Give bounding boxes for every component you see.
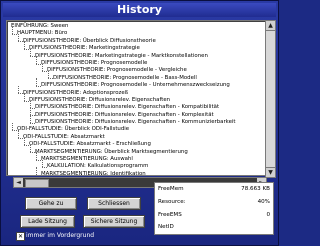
tree-item-label: DIFFUSIONSTHEORIE: Prognosemodelle - Unt…: [41, 82, 230, 89]
tree-connector: [18, 34, 19, 42]
load-session-button[interactable]: Lade Sitzung: [20, 215, 75, 228]
tree-item-label: ODI-FALLSTUDIE: Absatzmarkt - Erschließu…: [29, 141, 151, 148]
tree-item[interactable]: HAUPTMENU: Büro: [10, 26, 262, 37]
info-label: FreeEMS: [158, 212, 182, 218]
tree-item-label: DIFFUSIONSTHEORIE: Diffusionsrelev. Eige…: [35, 111, 214, 118]
tree-item[interactable]: DIFFUSIONSTHEORIE: Marketingstrategie - …: [10, 48, 262, 60]
info-value: 0: [266, 212, 270, 218]
tree-connector: [48, 71, 49, 79]
tree-item[interactable]: DIFFUSIONSTHEORIE: Prognosemodelle - Unt…: [10, 78, 262, 89]
tree-item[interactable]: DIFFUSIONSTHEORIE: Überblick Diffusionst…: [10, 34, 262, 45]
tree-item[interactable]: DIFFUSIONSTHEORIE: Diffusionsrelev. Eige…: [10, 100, 262, 111]
info-label: NetID: [158, 224, 174, 230]
tree-connector: [18, 85, 19, 94]
tree-item-label: MARKTSEGMENTIERUNG: Auswahl: [41, 156, 133, 163]
tree-connector: [42, 63, 43, 72]
tree-item-label: DIFFUSIONSTHEORIE: Prognosemodelle - Ver…: [47, 67, 187, 74]
tree-connector: [36, 152, 37, 160]
scroll-left-icon[interactable]: ◄: [14, 178, 23, 187]
tree-item-label: MARKTSEGMENTIERUNG: Identifikation: [41, 170, 146, 176]
horizontal-scroll-thumb[interactable]: [25, 179, 49, 188]
tree-connector: [18, 130, 19, 138]
tree-connector: [42, 159, 43, 168]
history-tree-panel[interactable]: EINFÜHRUNG: Sween HAUPTMENU: Büro DIFFUSIO…: [6, 20, 266, 176]
tree-item-label: DIFFUSIONSTHEORIE: Überblick Diffusionst…: [23, 37, 156, 44]
tree-item[interactable]: MARKTSEGMENTIERUNG: Überblick Marktsegme…: [10, 144, 262, 156]
tree-connector: [24, 137, 25, 145]
foreground-label: immer im Vordergrund: [26, 232, 95, 239]
tree-item[interactable]: DIFFUSIONSTHEORIE: Prognosemodelle: [10, 56, 262, 67]
tree-connector: [30, 108, 31, 116]
history-window: History EINFÜHRUNG: Sween HAUPTMENU: Büro…: [0, 0, 279, 246]
tree-item-label: MARKTSEGMENTIERUNG: Überblick Marktsegme…: [35, 148, 188, 155]
tree-item-label: DIFFUSIONSTHEORIE: Marketingstrategie - …: [35, 52, 208, 59]
info-row-freeems: FreeEMS 0: [158, 211, 270, 219]
tree-item-label: DIFFUSIONSTHEORIE: Prognosemodelle: [41, 59, 148, 66]
goto-button[interactable]: Gehe zu: [25, 197, 77, 210]
info-value: 40%: [257, 199, 270, 205]
tree-connector: [30, 100, 31, 108]
tree-item-label: EINFÜHRUNG: Sween: [11, 23, 69, 29]
tree-connector: [36, 56, 37, 64]
tree-item-label: DIFFUSIONSTHEORIE: Prognosemodelle - Bas…: [53, 74, 197, 81]
tree-item-label: DIFFUSIONSTHEORIE: Diffusionsrelev. Eige…: [35, 104, 220, 111]
tree-item-label: ODI-FALLSTUDIE: Überblick ODI-Fallstudie: [17, 126, 130, 133]
scroll-up-icon[interactable]: ▲: [266, 21, 275, 31]
tree-item[interactable]: ODI-FALLSTUDIE: Absatzmarkt - Erschließu…: [10, 137, 262, 148]
tree-item[interactable]: MARKTSEGMENTIERUNG: Identifikation: [10, 167, 262, 176]
tree-item[interactable]: DIFFUSIONSTHEORIE: Marketingstrategie: [10, 41, 262, 52]
tree-connector: [24, 93, 25, 101]
tree-item[interactable]: DIFFUSIONSTHEORIE: Prognosemodelle - Bas…: [10, 71, 262, 82]
tree-item[interactable]: EINFÜHRUNG: Sween: [10, 23, 262, 30]
save-session-button[interactable]: Sichere Sitzung: [83, 215, 145, 228]
tree-item[interactable]: ODI-FALLSTUDIE: Absatzmarkt: [10, 130, 262, 141]
info-label: Resource:: [158, 199, 186, 205]
tree-connector: [12, 122, 13, 131]
window-title: History: [3, 3, 276, 17]
tree-connector: [36, 167, 37, 175]
system-info-panel: FreeMem 78.663 KB Resource: 40% FreeEMS …: [154, 182, 274, 235]
tree-item-label: KALKULATION: Kalkulationsprogramm: [47, 163, 149, 170]
scroll-down-icon[interactable]: ▼: [266, 167, 275, 177]
tree-item[interactable]: DIFFUSIONSTHEORIE: Diffusionsrelev. Eige…: [10, 108, 262, 119]
info-row-netid: NetID: [158, 223, 270, 231]
tree-connector: [30, 48, 31, 57]
tree-connector: [36, 78, 37, 86]
tree-item[interactable]: DIFFUSIONSTHEORIE: Adoptionsprozeß: [10, 85, 262, 97]
tree-item[interactable]: DIFFUSIONSTHEORIE: Diffusionsrelev. Eige…: [10, 93, 262, 104]
tree-connector: [30, 144, 31, 153]
tree-connector: [30, 115, 31, 123]
tree-item[interactable]: KALKULATION: Kalkulationsprogramm: [10, 159, 262, 170]
info-row-resource: Resource: 40%: [158, 198, 270, 206]
vertical-scrollbar[interactable]: ▲ ▼: [265, 20, 276, 178]
info-label: FreeMem: [158, 186, 184, 192]
tree-item-label: HAUPTMENU: Büro: [17, 30, 68, 37]
tree-item-label: DIFFUSIONSTHEORIE: Adoptionsprozeß: [23, 89, 129, 96]
info-row-freemem: FreeMem 78.663 KB: [158, 185, 270, 193]
tree-item-label: DIFFUSIONSTHEORIE: Diffusionsrelev. Eige…: [29, 96, 171, 103]
tree-item[interactable]: ODI-FALLSTUDIE: Überblick ODI-Fallstudie: [10, 122, 262, 133]
history-tree: EINFÜHRUNG: Sween HAUPTMENU: Büro DIFFUSIO…: [10, 23, 262, 176]
tree-item-label: DIFFUSIONSTHEORIE: Marketingstrategie: [29, 45, 140, 52]
tree-connector: [12, 26, 13, 35]
tree-item[interactable]: MARKTSEGMENTIERUNG: Auswahl: [10, 152, 262, 163]
close-button[interactable]: Schliessen: [87, 197, 141, 210]
foreground-checkbox[interactable]: ✕: [16, 232, 25, 241]
info-value: 78.663 KB: [241, 186, 270, 192]
tree-connector: [24, 41, 25, 49]
tree-item-label: ODI-FALLSTUDIE: Absatzmarkt: [23, 133, 105, 140]
